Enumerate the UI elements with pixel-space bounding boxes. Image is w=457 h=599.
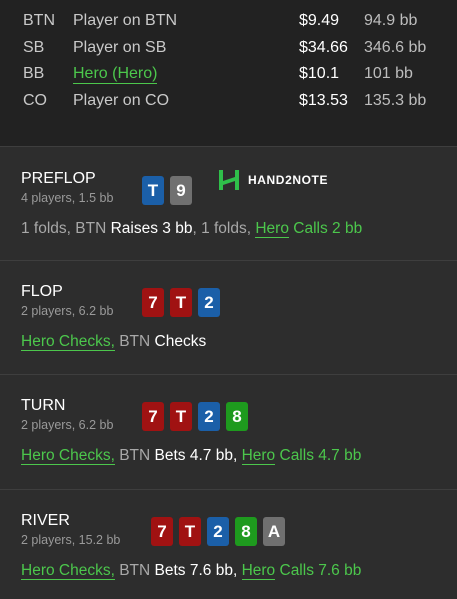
- street-meta: 2 players, 15.2 bb: [21, 533, 121, 547]
- logo-text: HAND2NOTE: [248, 173, 329, 187]
- player-stack: $10.1: [299, 65, 340, 82]
- card: T: [142, 176, 164, 205]
- card: 7: [142, 288, 164, 317]
- hero-action: Calls 7.6 bb: [275, 562, 362, 579]
- board-cards: 7 T 2 8 A: [151, 517, 285, 546]
- player-row-sb: SB Player on SB $34.66 346.6 bb: [0, 39, 457, 66]
- street-preflop: PREFLOP 4 players, 1.5 bb T 9 HAND2NOTE …: [0, 146, 457, 260]
- action-strong: Bets 7.6 bb,: [154, 562, 238, 579]
- board-cards: 7 T 2 8: [142, 402, 248, 431]
- street-flop: FLOP 2 players, 6.2 bb 7 T 2 Hero Checks…: [0, 260, 457, 374]
- hand2note-logo-icon: [219, 170, 239, 190]
- street-actions: Hero Checks, BTN Bets 4.7 bb, Hero Calls…: [21, 447, 361, 465]
- action-text: [237, 562, 241, 579]
- hero-cards: T 9: [142, 176, 192, 205]
- player-name: Player on CO: [73, 91, 170, 109]
- player-stack-bb: 135.3 bb: [364, 91, 427, 109]
- street-title: TURN: [21, 397, 66, 414]
- card: 2: [207, 517, 229, 546]
- card: 8: [226, 402, 248, 431]
- street-meta: 4 players, 1.5 bb: [21, 191, 114, 205]
- player-position: BB: [23, 65, 45, 82]
- action-text: BTN: [114, 562, 155, 579]
- board-cards: 7 T 2: [142, 288, 220, 317]
- action-strong: Raises 3 bb: [110, 220, 193, 237]
- player-stack-bb: 346.6 bb: [364, 38, 427, 56]
- street-river: RIVER 2 players, 15.2 bb 7 T 2 8 A Hero …: [0, 489, 457, 599]
- hero-link[interactable]: Hero: [255, 220, 289, 238]
- player-row-bb: BB Hero (Hero) $10.1 101 bb: [0, 65, 457, 92]
- card: 7: [142, 402, 164, 431]
- card: 8: [235, 517, 257, 546]
- street-meta: 2 players, 6.2 bb: [21, 304, 114, 318]
- action-text: 1 folds, BTN: [21, 220, 111, 237]
- player-stack-bb: 94.9 bb: [364, 12, 418, 29]
- hero-link[interactable]: Hero (Hero): [73, 65, 158, 84]
- street-meta: 2 players, 6.2 bb: [21, 418, 114, 432]
- action-text: [237, 447, 241, 464]
- card: A: [263, 517, 285, 546]
- card: T: [170, 288, 192, 317]
- card: 2: [198, 288, 220, 317]
- hero-link[interactable]: Hero: [241, 447, 276, 465]
- street-actions: 1 folds, BTN Raises 3 bb, 1 folds, Hero …: [21, 220, 362, 238]
- action-text: BTN: [114, 447, 155, 464]
- player-stack: $9.49: [299, 12, 340, 29]
- player-row-co: CO Player on CO $13.53 135.3 bb: [0, 92, 457, 119]
- street-turn: TURN 2 players, 6.2 bb 7 T 2 8 Hero Chec…: [0, 374, 457, 489]
- action-text: , 1 folds,: [192, 220, 256, 237]
- hero-action: Calls 2 bb: [288, 220, 363, 237]
- hand2note-logo: HAND2NOTE: [218, 169, 328, 191]
- street-title: FLOP: [21, 283, 63, 300]
- action-text: BTN: [114, 333, 155, 350]
- player-position: CO: [23, 91, 47, 109]
- player-name: Player on SB: [73, 38, 167, 56]
- player-name: Player on BTN: [73, 12, 178, 29]
- players-panel: BTN Player on BTN $9.49 94.9 bb SB Playe…: [0, 0, 457, 146]
- street-title: RIVER: [21, 512, 70, 529]
- card: 2: [198, 402, 220, 431]
- card: 7: [151, 517, 173, 546]
- hero-link[interactable]: Hero: [241, 562, 276, 580]
- street-actions: Hero Checks, BTN Bets 7.6 bb, Hero Calls…: [21, 562, 361, 580]
- action-strong: Checks: [154, 333, 207, 350]
- hero-action: Calls 4.7 bb: [275, 447, 362, 464]
- hero-link[interactable]: Hero Checks,: [21, 447, 115, 465]
- action-strong: Bets 4.7 bb,: [154, 447, 238, 464]
- hero-link[interactable]: Hero Checks,: [21, 562, 115, 580]
- card: 9: [170, 176, 192, 205]
- player-position: BTN: [23, 12, 55, 29]
- street-title: PREFLOP: [21, 170, 96, 187]
- player-stack-bb: 101 bb: [364, 65, 413, 82]
- street-actions: Hero Checks, BTN Checks: [21, 333, 206, 351]
- player-row-btn: BTN Player on BTN $9.49 94.9 bb: [0, 12, 457, 39]
- card: T: [179, 517, 201, 546]
- hero-link[interactable]: Hero Checks,: [21, 333, 115, 351]
- player-position: SB: [23, 38, 45, 56]
- player-stack: $34.66: [299, 38, 348, 56]
- player-stack: $13.53: [299, 91, 348, 109]
- card: T: [170, 402, 192, 431]
